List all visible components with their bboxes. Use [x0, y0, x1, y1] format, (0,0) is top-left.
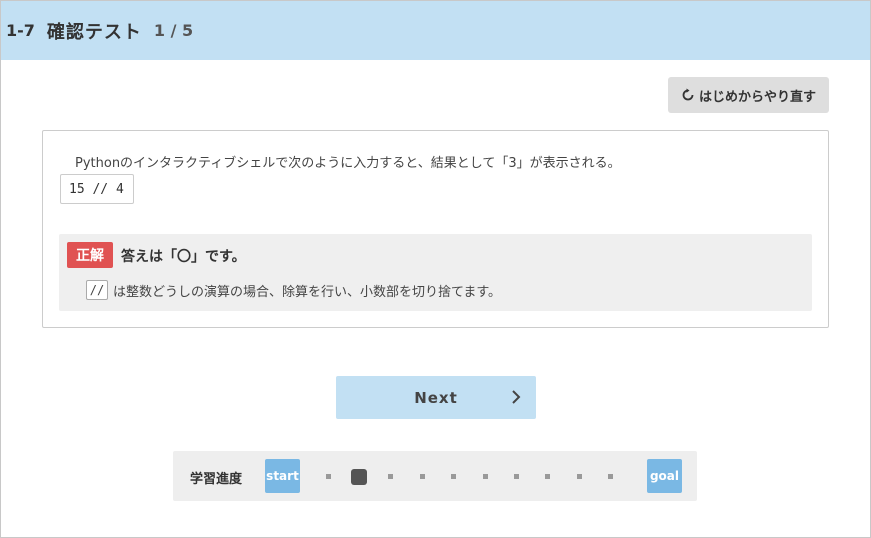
progress-step [325, 474, 331, 479]
next-label: Next [414, 388, 458, 407]
progress-step [419, 474, 425, 479]
progress-step [482, 474, 488, 479]
restart-label: はじめからやり直す [698, 89, 816, 105]
question-text: Pythonのインタラクティブシェルで次のように入力すると、結果として「3」が表… [75, 156, 621, 171]
answer-statement: 答えは「〇」です。 [121, 249, 246, 265]
page-title: 確認テスト [46, 21, 142, 43]
next-button[interactable]: Next [336, 376, 536, 419]
answer-explanation: // は整数どうしの演算の場合、除算を行い、小数部を切り捨てます。 [86, 280, 501, 300]
progress-start-marker: start [265, 459, 300, 493]
progress-step [513, 474, 519, 479]
restart-button[interactable]: はじめからやり直す [668, 77, 829, 113]
correct-badge: 正解 [67, 242, 113, 268]
progress-goal-marker: goal [647, 459, 682, 493]
page-header: 1-7 確認テスト 1 / 5 [1, 1, 870, 60]
progress-step [388, 474, 394, 479]
code-snippet: 15 // 4 [60, 174, 134, 204]
progress-step [608, 474, 614, 479]
page-indicator: 1 / 5 [153, 21, 194, 40]
answer-panel: 正解 答えは「〇」です。 // は整数どうしの演算の場合、除算を行い、小数部を切… [59, 234, 812, 311]
progress-step [576, 474, 582, 479]
refresh-icon [682, 88, 694, 101]
explanation-text: は整数どうしの演算の場合、除算を行い、小数部を切り捨てます。 [113, 284, 502, 300]
progress-label: 学習進度 [190, 472, 243, 487]
progress-step-current [351, 469, 368, 485]
lesson-number: 1-7 [6, 21, 35, 40]
progress-step [545, 474, 551, 479]
inline-code-operator: // [86, 280, 108, 300]
question-card: Pythonのインタラクティブシェルで次のように入力すると、結果として「3」が表… [42, 130, 829, 328]
progress-step [451, 474, 457, 479]
progress-bar: 学習進度 start goal [173, 451, 697, 501]
chevron-right-icon [512, 390, 521, 404]
